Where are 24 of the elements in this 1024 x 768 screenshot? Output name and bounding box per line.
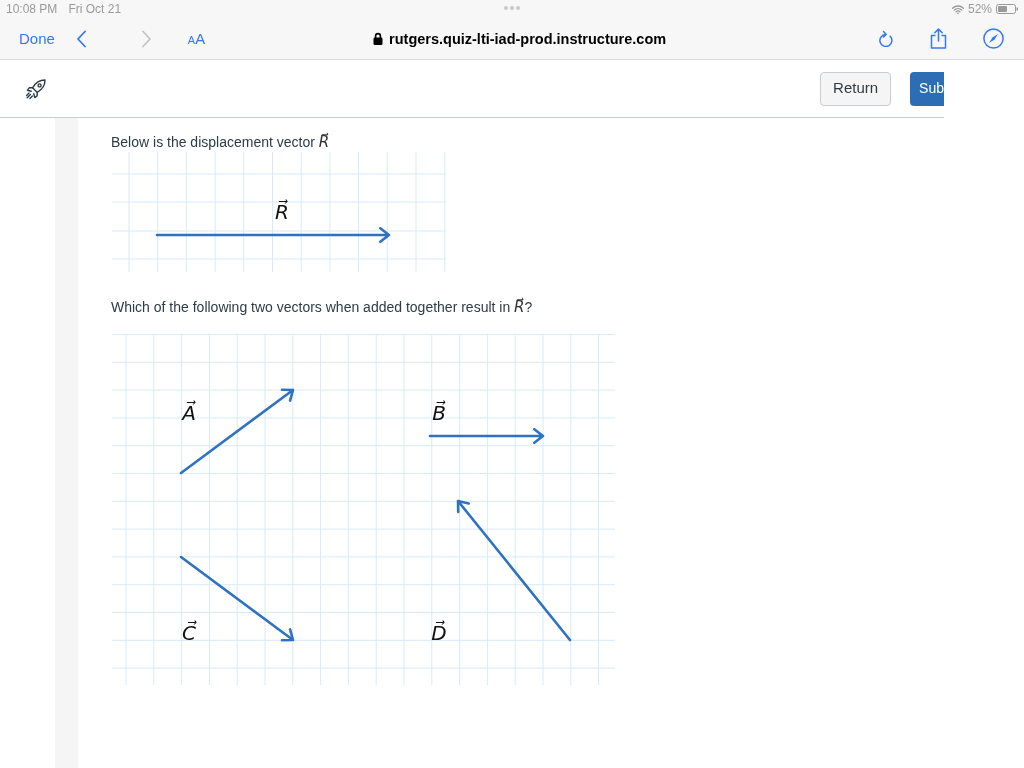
vector-label: A⃗ [182,401,196,425]
status-date: Fri Oct 21 [68,1,122,18]
vector-label: B⃗ [432,401,446,425]
vector-label: D⃗ [431,621,447,645]
vector-label: C⃗ [182,621,196,645]
return-button[interactable]: Return [820,71,892,106]
battery-percent: 52% [967,1,992,18]
chevron-left-icon[interactable] [75,29,86,48]
battery-icon [996,4,1018,14]
multitasking-dots-icon[interactable] [504,6,520,10]
compass-icon[interactable] [983,28,1004,49]
vector-label: R⃗ [275,200,289,224]
text-size-button[interactable]: AA [187,31,206,46]
share-icon[interactable] [930,28,947,49]
rocket-icon [24,76,48,101]
reload-icon[interactable] [878,30,893,47]
lock-icon [373,32,384,45]
question-text: Which of the following two vectors when added together result in R⃗? [111,297,533,317]
question-prompt: Below is the displacement vector R⃗ [111,132,330,152]
status-time: 10:08 PM [6,1,58,18]
done-button[interactable]: Done [19,31,55,46]
wifi-icon [951,4,964,14]
url-address[interactable]: rutgers.quiz-lti-iad-prod.instructure.com [389,29,667,48]
submit-button[interactable]: Sub [910,71,944,106]
